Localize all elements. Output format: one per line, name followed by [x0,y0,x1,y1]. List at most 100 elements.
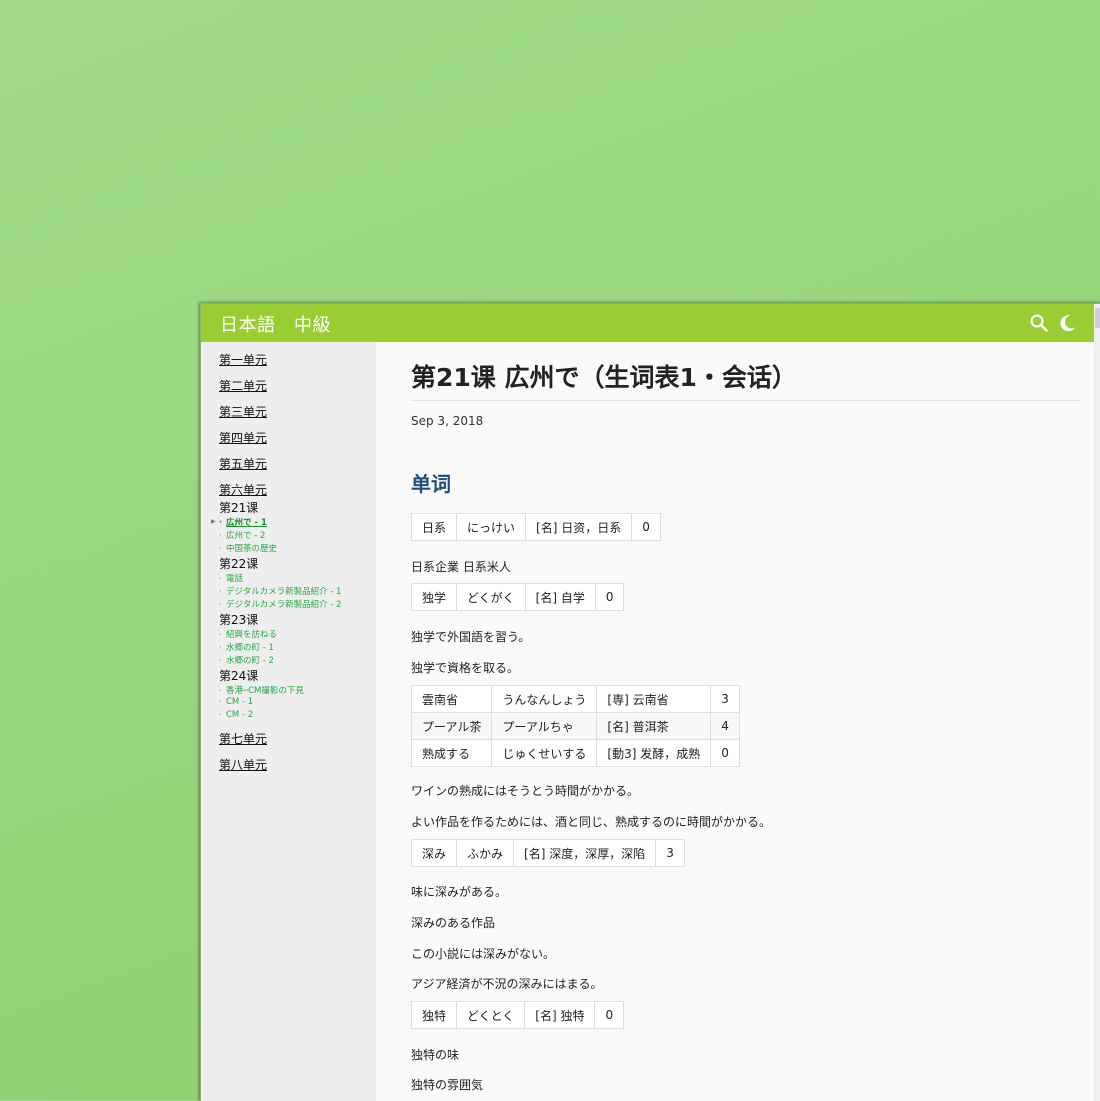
top-bar: 日本語 中級 [201,304,1094,342]
vocab-accent: 0 [594,583,625,611]
example-sentence: この小説には深みがない。 [411,947,556,961]
vocab-accent: 0 [594,1001,625,1029]
current-page-marker-icon: ▶ [211,518,216,525]
post-date: Sep 3, 2018 [411,414,484,428]
vocab-table: 雲南省 うんなんしょう [専] 云南省 3 プーアル茶 プーアルちゃ [名] 普… [410,685,740,767]
sidebar-item-label: 水郷の町 - 2 [226,656,274,666]
vocab-accent: 3 [655,839,685,867]
vocab-meaning: [名] 普洱茶 [596,712,712,740]
vocab-word: 雲南省 [410,685,493,713]
vocab-accent: 3 [710,685,740,713]
sidebar-unit-7[interactable]: 第七单元 [219,730,267,747]
sidebar-item-label: 水郷の町 - 1 [226,643,274,653]
sidebar-item-label: 広州で - 1 [226,518,267,528]
example-sentence: アジア経済が不況の深みにはまる。 [411,977,603,991]
example-sentence: 深みのある作品 [411,916,496,930]
section-heading: 单词 [411,472,451,496]
vocab-meaning: [名] 独特 [524,1001,596,1029]
vocab-meaning: [専] 云南省 [596,685,712,713]
sidebar-unit-1[interactable]: 第一单元 [219,351,267,368]
sidebar-unit-4[interactable]: 第四单元 [219,429,267,446]
vocab-meaning: [名] 日资，日系 [525,513,633,541]
vocab-word: 熟成する [410,739,493,767]
sidebar-item[interactable]: · 水郷の町 - 1 [219,641,274,653]
browser-window: 日本語 中級 第一单元 第二单元 第三单元 第四单元 第五单元 第六单元 第21… [200,303,1100,1101]
table-row: 独特 どくとく [名] 独特 0 [410,1001,625,1029]
sidebar-item[interactable]: · 水郷の町 - 2 [219,654,274,666]
example-sentence: 独学で外国語を習う。 [411,630,531,644]
sidebar-item-label: デジタルカメラ新製品紹介 - 2 [226,600,342,610]
sidebar-unit-3[interactable]: 第三单元 [219,403,267,420]
vocab-reading: どくがく [456,583,526,611]
table-row: 熟成する じゅくせいする [動3] 发酵，成熟 0 [410,739,740,767]
sidebar-item-label: デジタルカメラ新製品紹介 - 1 [226,587,342,597]
sidebar-item[interactable]: · デジタルカメラ新製品紹介 - 1 [219,585,341,597]
sidebar-item-label: 香港─CM撮影の下見 [226,686,304,696]
vocab-accent: 0 [710,739,740,767]
sidebar-item-label: 広州で - 2 [226,531,266,541]
vocab-accent: 4 [710,712,740,740]
sidebar: 第一单元 第二单元 第三单元 第四单元 第五单元 第六单元 第21课 ▶ · 広州… [201,342,376,1101]
example-sentence: 日系企業 日系米人 [411,560,511,574]
sidebar-item[interactable]: · 中国茶の歴史 [219,542,277,554]
sidebar-item[interactable]: · CM - 2 [219,710,253,720]
search-icon[interactable] [1029,313,1049,333]
scrollbar[interactable] [1094,304,1100,1101]
site-title[interactable]: 日本語 中級 [220,311,331,337]
sidebar-item[interactable]: · 香港─CM撮影の下見 [219,684,304,696]
vocab-reading: ふかみ [456,839,515,867]
vocab-table: 独学 どくがく [名] 自学 0 [410,583,625,611]
vocab-word: 独特 [410,1001,458,1029]
table-row: 深み ふかみ [名] 深度，深厚，深陷 3 [410,839,685,867]
sidebar-item[interactable]: · 広州で - 2 [219,529,265,541]
sidebar-item-label: 電話 [226,574,244,584]
vocab-reading: じゅくせいする [491,739,598,767]
sidebar-lesson-21: 第21课 [219,501,259,515]
example-sentence: 独特の雰囲気 [411,1078,484,1092]
example-sentence: 独学で資格を取る。 [411,661,520,675]
sidebar-lesson-24: 第24课 [219,669,259,683]
table-row: 日系 にっけい [名] 日资，日系 0 [410,513,661,541]
sidebar-item[interactable]: · デジタルカメラ新製品紹介 - 2 [219,598,341,610]
scrollbar-thumb[interactable] [1095,308,1100,328]
vocab-word: 深み [410,839,458,867]
example-sentence: 独特の味 [411,1048,460,1062]
vocab-word: 日系 [410,513,458,541]
vocab-word: 独学 [410,583,458,611]
sidebar-lesson-22: 第22课 [219,557,259,571]
sidebar-item[interactable]: · 紹興を訪ねる [219,628,277,640]
vocab-meaning: [名] 深度，深厚，深陷 [513,839,657,867]
vocab-table: 独特 どくとく [名] 独特 0 [410,1001,625,1029]
vocab-reading: にっけい [456,513,527,541]
vocab-reading: プーアルちゃ [491,712,598,740]
example-sentence: ワインの熟成にはそうとう時間がかかる。 [411,784,640,798]
table-row: 雲南省 うんなんしょう [専] 云南省 3 [410,685,740,713]
sidebar-item[interactable]: · 広州で - 1 [219,516,267,528]
sidebar-item-label: CM - 2 [226,710,254,720]
sidebar-item[interactable]: · 電話 [219,572,243,584]
table-row: 独学 どくがく [名] 自学 0 [410,583,625,611]
vocab-table: 日系 にっけい [名] 日资，日系 0 [410,513,661,541]
sidebar-item-label: 紹興を訪ねる [226,630,278,640]
title-divider [411,400,1081,401]
example-sentence: 味に深みがある。 [411,885,508,899]
vocab-meaning: [動3] 发酵，成熟 [596,739,712,767]
example-sentence: よい作品を作るためには、酒と同じ、熟成するのに時間がかかる。 [411,815,772,829]
sidebar-unit-2[interactable]: 第二单元 [219,377,267,394]
vocab-table: 深み ふかみ [名] 深度，深厚，深陷 3 [410,839,685,867]
sidebar-item[interactable]: · CM - 1 [219,697,253,707]
sidebar-item-label: CM - 1 [226,697,254,707]
sidebar-item-label: 中国茶の歴史 [226,544,278,554]
sidebar-unit-8[interactable]: 第八单元 [219,756,267,773]
vocab-meaning: [名] 自学 [524,583,596,611]
page-title: 第21课 広州で（生词表1・会话） [411,363,797,392]
sidebar-unit-6[interactable]: 第六单元 [219,481,267,498]
sidebar-unit-5[interactable]: 第五单元 [219,455,267,472]
vocab-accent: 0 [631,513,661,541]
sidebar-lesson-23: 第23课 [219,613,259,627]
vocab-word: プーアル茶 [410,712,493,740]
vocab-reading: どくとく [456,1001,526,1029]
article: 第21课 広州で（生词表1・会话） Sep 3, 2018 单词 日系 にっけい… [376,342,1094,1101]
moon-icon[interactable] [1058,313,1078,333]
table-row: プーアル茶 プーアルちゃ [名] 普洱茶 4 [410,712,740,740]
